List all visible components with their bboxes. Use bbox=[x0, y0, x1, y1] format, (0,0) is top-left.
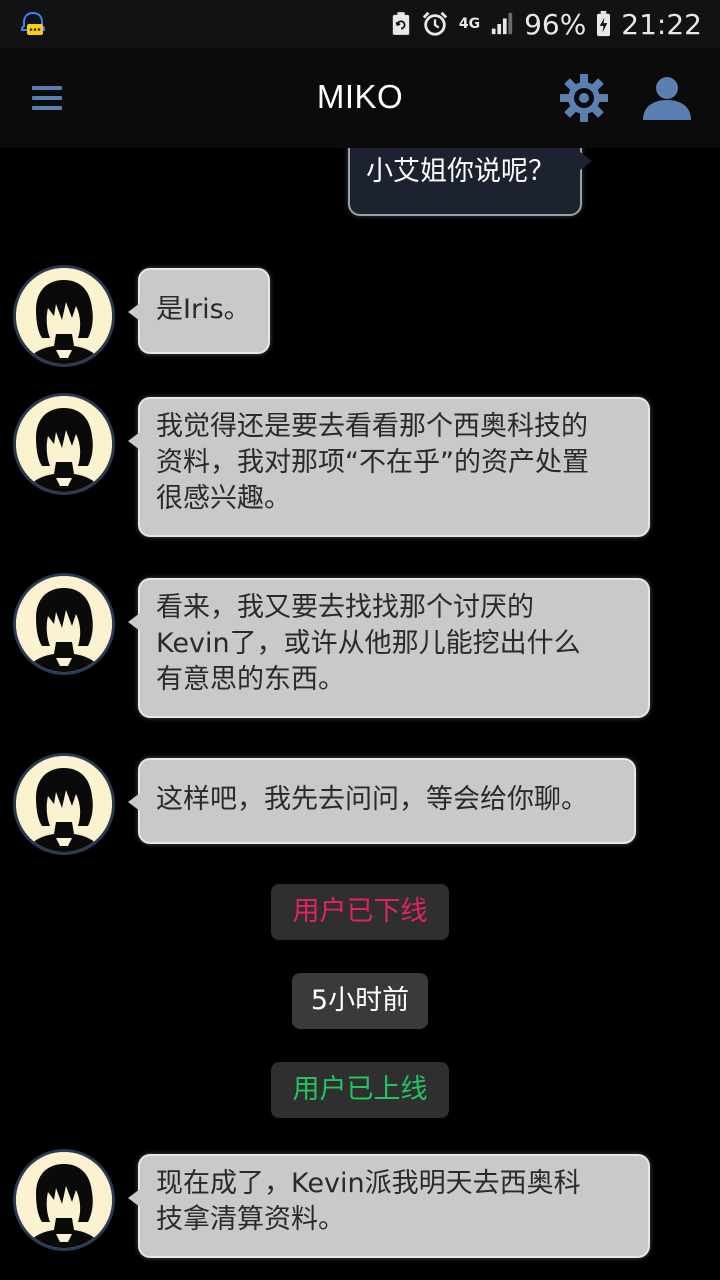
notice-text: 5小时前 bbox=[310, 985, 410, 1016]
message-line: 有意思的东西。 bbox=[156, 664, 345, 695]
chat-list[interactable]: 小艾姐你说呢？ 是Iris。 我觉得还是要去看看那个西奥科技的 资料，我对那项“… bbox=[0, 148, 720, 1280]
message-bubble[interactable]: 看来，我又要去找找那个讨厌的 Kevin了，或许从他那儿能挖出什么 有意思的东西… bbox=[128, 580, 648, 716]
message-bubble-outgoing[interactable]: 小艾姐你说呢？ bbox=[350, 148, 592, 214]
clock: 21:22 bbox=[621, 7, 702, 41]
avatar[interactable] bbox=[16, 756, 112, 852]
message-line: Kevin了，或许从他那儿能挖出什么 bbox=[156, 628, 581, 659]
avatar[interactable] bbox=[16, 1152, 112, 1248]
message-line: 是Iris。 bbox=[156, 294, 251, 325]
status-bar: 4G 96% 21:22 bbox=[0, 0, 720, 48]
status-notice-offline: 用户已下线 bbox=[271, 884, 449, 940]
timestamp-notice: 5小时前 bbox=[292, 973, 428, 1029]
status-notice-online: 用户已上线 bbox=[271, 1062, 449, 1118]
sync-icon bbox=[391, 11, 411, 37]
message-bubble[interactable]: 我觉得还是要去看看那个西奥科技的 资料，我对那项“不在乎”的资产处置 很感兴趣。 bbox=[128, 399, 648, 535]
signal-icon bbox=[490, 12, 514, 36]
avatar[interactable] bbox=[16, 268, 112, 364]
message-bubble[interactable]: 现在成了，Kevin派我明天去西奥科 技拿清算资料。 bbox=[128, 1156, 648, 1256]
message-line: 技拿清算资料。 bbox=[156, 1204, 345, 1235]
avatar[interactable] bbox=[16, 396, 112, 492]
message-line: 我觉得还是要去看看那个西奥科技的 bbox=[156, 411, 588, 442]
message-line: 这样吧，我先去问问，等会给你聊。 bbox=[156, 784, 588, 815]
battery-percent: 96% bbox=[524, 7, 587, 41]
message-text: 小艾姐你说呢？ bbox=[366, 156, 555, 187]
app-bar: MIKO bbox=[0, 48, 720, 148]
message-line: 看来，我又要去找找那个讨厌的 bbox=[156, 592, 534, 623]
message-line: 现在成了，Kevin派我明天去西奥科 bbox=[156, 1168, 581, 1199]
message-line: 很感兴趣。 bbox=[156, 483, 291, 514]
gear-icon[interactable] bbox=[558, 72, 610, 124]
page-title: MIKO bbox=[316, 78, 404, 115]
network-type-label: 4G bbox=[458, 16, 481, 32]
notice-text: 用户已下线 bbox=[292, 896, 428, 927]
message-line: 资料，我对那项“不在乎”的资产处置 bbox=[156, 447, 589, 478]
message-bubble[interactable]: 是Iris。 bbox=[128, 270, 268, 352]
notification-app-icon bbox=[18, 10, 48, 40]
avatar[interactable] bbox=[16, 576, 112, 672]
alarm-icon bbox=[421, 10, 449, 38]
message-bubble[interactable]: 这样吧，我先去问问，等会给你聊。 bbox=[128, 760, 634, 842]
notice-text: 用户已上线 bbox=[292, 1074, 428, 1105]
battery-charging-icon bbox=[596, 11, 611, 37]
user-icon[interactable] bbox=[640, 74, 694, 122]
